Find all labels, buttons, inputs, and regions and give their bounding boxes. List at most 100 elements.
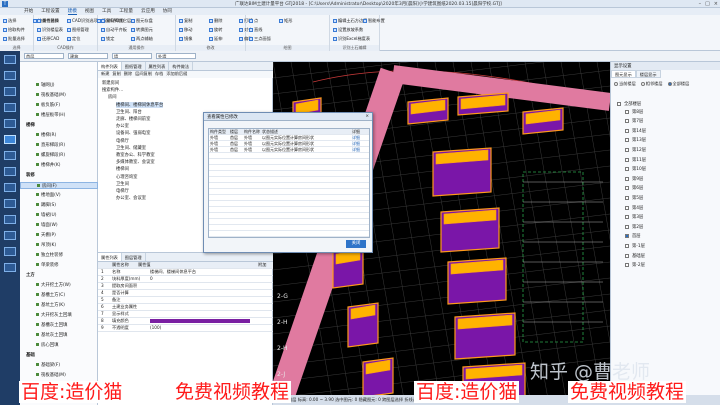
close-button[interactable]: × (714, 1, 718, 7)
menu-item-2[interactable]: 建模 (67, 8, 77, 15)
floor-checkbox[interactable] (625, 195, 629, 200)
ribbon-item[interactable]: 设置放坡系数 (333, 27, 363, 33)
floor-checkbox[interactable] (625, 224, 629, 229)
component-tree-item[interactable]: 搜索构件... (102, 87, 123, 93)
toolbar-button-2[interactable]: 删除 (124, 71, 132, 78)
floor-checkbox[interactable] (625, 147, 629, 152)
component-tree-item[interactable]: 楼梯间、楼梯间休息平台 (116, 101, 164, 108)
nav-item[interactable]: 楼地面(V) (20, 192, 98, 199)
ribbon-item[interactable]: 还原CAD (37, 36, 59, 42)
floor-checkbox[interactable] (625, 263, 629, 268)
ribbon-item[interactable]: 智能布置 (363, 18, 385, 24)
module-icon[interactable] (4, 135, 16, 144)
floor-checkbox[interactable] (625, 176, 629, 181)
ribbon-item[interactable]: 矩形 (279, 18, 292, 24)
nav-item[interactable]: 板负筋(F) (20, 102, 98, 109)
module-icon[interactable] (4, 167, 16, 176)
tab-floor-display[interactable]: 楼层显示 (635, 70, 661, 78)
property-row[interactable]: 8 填充颜色 (98, 318, 273, 325)
tab-1[interactable]: 图纸管理 (122, 62, 146, 70)
radio-icon[interactable] (667, 82, 672, 86)
floor-checkbox[interactable] (625, 253, 629, 258)
floor-item[interactable]: 基础层 (625, 252, 645, 259)
nav-item[interactable]: 筏板基础(M) (20, 372, 98, 379)
ribbon-item[interactable]: 选择 (3, 18, 16, 24)
ribbon-item[interactable]: 移动 (179, 27, 192, 33)
nav-item[interactable]: 楼梯(R) (20, 132, 98, 139)
ribbon-item[interactable]: 延伸 (209, 36, 222, 42)
nav-item[interactable]: 基坑土方(K) (20, 302, 98, 309)
ribbon-item[interactable]: 图纸管理 (67, 27, 89, 33)
module-icon[interactable] (4, 183, 16, 192)
nav-item[interactable]: 吊顶(K) (20, 242, 98, 249)
module-icon[interactable] (4, 119, 16, 128)
nav-item[interactable]: 轴网(J) (20, 82, 98, 89)
nav-item[interactable]: 房心回填 (20, 342, 98, 349)
component-tree-item[interactable]: 房间 (108, 94, 117, 100)
tab-0[interactable]: 构件列表 (98, 62, 122, 70)
property-row[interactable]: 5 备注 (98, 297, 273, 304)
dialog-close-icon[interactable]: × (365, 114, 369, 119)
property-row[interactable]: 1 名称 楼梯间、楼梯间休息平台 (98, 269, 273, 276)
floor-item[interactable]: 第-1层 (625, 242, 645, 249)
floor-checkbox[interactable] (625, 167, 629, 172)
ribbon-item[interactable]: 复制 (179, 18, 192, 24)
nav-item[interactable]: 螺旋梯段(R) (20, 152, 98, 159)
prop-tab-1[interactable]: 图层管理 (122, 253, 146, 261)
ribbon-item[interactable]: 批量选择 (3, 36, 25, 42)
nav-item[interactable]: 踢脚(S) (20, 202, 98, 209)
ribbon-item[interactable]: 直线 (249, 27, 262, 33)
menu-item-4[interactable]: 工具 (102, 8, 111, 15)
floor-checkbox[interactable] (625, 186, 629, 191)
nav-item[interactable]: 天棚(P) (20, 232, 98, 239)
menu-item-3[interactable]: 视图 (85, 8, 94, 15)
floor-item[interactable]: 第7层 (625, 118, 643, 125)
ribbon-item[interactable]: 旋转 (209, 27, 222, 33)
radio-icon[interactable] (614, 82, 618, 86)
floor-select[interactable]: 首层 (24, 53, 64, 59)
floor-checkbox[interactable] (625, 128, 629, 133)
component-tree-item[interactable]: 心理咨询室 (116, 174, 137, 180)
tab-2[interactable]: 属性列表 (146, 62, 170, 70)
nav-item[interactable]: 单梁装修 (20, 262, 98, 269)
scope-radio-1[interactable]: 相邻楼层 (640, 81, 663, 87)
menu-item-0[interactable]: 开始 (24, 8, 33, 15)
component-tree-item[interactable]: 设备间、强弱电室 (116, 130, 150, 136)
ribbon-item[interactable]: 查找替换 (37, 18, 59, 24)
floor-item[interactable]: 第8层 (625, 108, 643, 115)
floor-root-checkbox[interactable] (617, 101, 621, 106)
property-row[interactable]: 6 土建业务属性 (98, 304, 273, 311)
ribbon-item[interactable]: 拾取构件 (3, 27, 25, 33)
nav-item[interactable]: 楼层板带(H) (20, 112, 98, 119)
component-tree-item[interactable]: 卫生间 (116, 181, 129, 187)
ribbon-item[interactable]: 三点画弧 (249, 36, 271, 42)
nav-item[interactable]: 基槽灰土回填 (20, 322, 98, 329)
component-tree-item[interactable]: 电梯厅 (116, 138, 129, 144)
floor-root-item[interactable]: 全部楼层 (617, 100, 641, 107)
ribbon-item[interactable]: 点 (249, 18, 258, 24)
property-row[interactable]: 7 显示样式 (98, 311, 273, 318)
module-icon[interactable] (4, 263, 16, 272)
scope-radio-2[interactable]: 全部楼层 (667, 81, 689, 87)
menu-item-7[interactable]: 协同 (163, 8, 172, 15)
floor-checkbox[interactable] (625, 215, 629, 220)
component-tree-item[interactable]: 卫生间、储藏室 (116, 145, 146, 151)
floor-item[interactable]: 第5层 (625, 194, 643, 201)
tab-3[interactable]: 构件做法 (169, 62, 194, 70)
ribbon-item[interactable]: 删除 (209, 18, 222, 24)
floor-item[interactable]: 第11层 (625, 156, 646, 163)
property-row[interactable]: 4 是否计算 (98, 290, 273, 297)
dialog-detail-link[interactable]: 详细 (351, 147, 367, 152)
prop-tab-0[interactable]: 属性列表 (98, 253, 122, 261)
category-select[interactable]: 墙 (112, 53, 152, 59)
module-icon[interactable] (4, 55, 16, 64)
property-row[interactable]: 3 提取房间面积 (98, 283, 273, 290)
nav-item[interactable]: 墙面(W) (20, 222, 98, 229)
property-row[interactable]: 2 块料厚度(mm) 0 (98, 276, 273, 283)
component-tree-item[interactable]: 楼梯间 (116, 166, 129, 172)
nav-item[interactable]: 大开挖土方(W) (20, 282, 98, 289)
nav-item[interactable]: 基坑灰土回填 (20, 332, 98, 339)
component-tree-item[interactable]: 走廊、楼梯间前室 (116, 116, 150, 122)
dialog-detail-link[interactable]: 详细 (351, 141, 367, 146)
module-icon[interactable] (4, 151, 16, 160)
